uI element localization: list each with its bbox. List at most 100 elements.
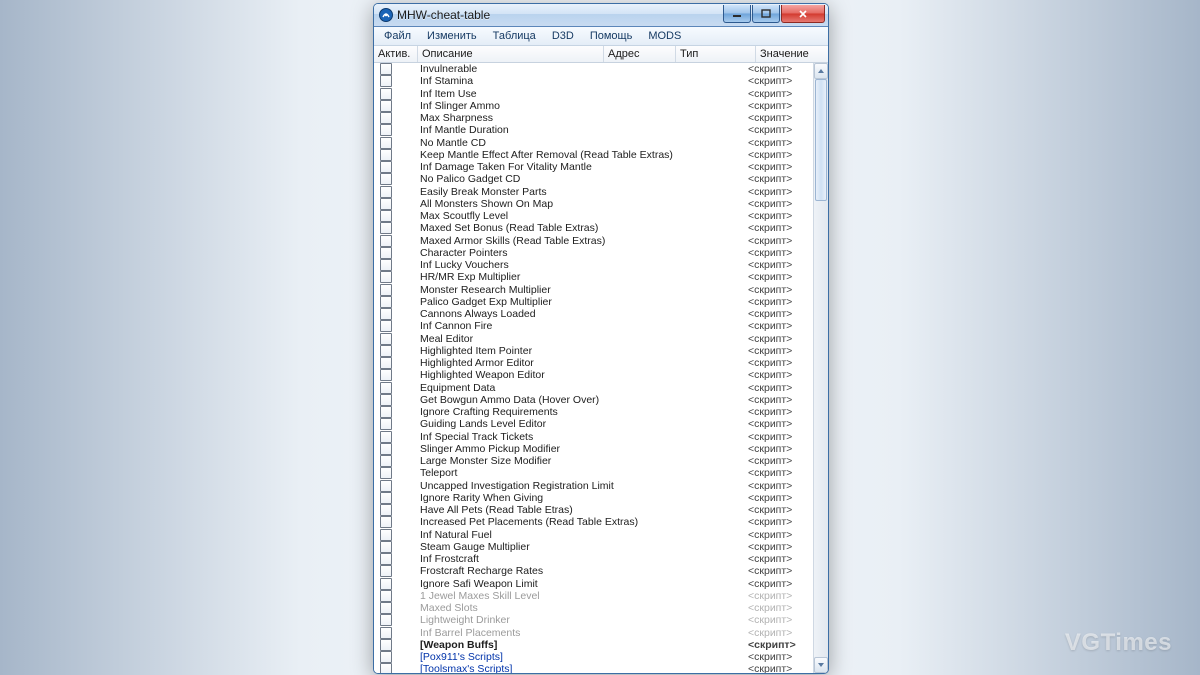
row-checkbox[interactable]	[380, 88, 392, 100]
scroll-thumb[interactable]	[815, 79, 827, 201]
row-checkbox[interactable]	[380, 382, 392, 394]
menu-help[interactable]: Помощь	[582, 29, 641, 43]
table-row[interactable]: Frostcraft Recharge Rates<скрипт>	[374, 565, 814, 577]
table-row[interactable]: No Mantle CD<скрипт>	[374, 137, 814, 149]
table-row[interactable]: Steam Gauge Multiplier<скрипт>	[374, 541, 814, 553]
table-row[interactable]: Inf Barrel Placements<скрипт>	[374, 627, 814, 639]
row-checkbox[interactable]	[380, 516, 392, 528]
table-row[interactable]: Inf Special Track Tickets<скрипт>	[374, 431, 814, 443]
table-row[interactable]: [Weapon Buffs]<скрипт>	[374, 639, 814, 651]
table-row[interactable]: Invulnerable<скрипт>	[374, 63, 814, 75]
table-row[interactable]: Maxed Armor Skills (Read Table Extras)<с…	[374, 235, 814, 247]
row-checkbox[interactable]	[380, 602, 392, 614]
row-checkbox[interactable]	[380, 308, 392, 320]
minimize-button[interactable]	[723, 5, 751, 23]
table-row[interactable]: Inf Stamina<скрипт>	[374, 75, 814, 87]
table-row[interactable]: Inf Natural Fuel<скрипт>	[374, 529, 814, 541]
table-row[interactable]: 1 Jewel Maxes Skill Level<скрипт>	[374, 590, 814, 602]
col-active[interactable]: Актив.	[374, 46, 418, 62]
table-row[interactable]: Inf Lucky Vouchers<скрипт>	[374, 259, 814, 271]
scroll-down-button[interactable]	[814, 657, 828, 673]
row-checkbox[interactable]	[380, 137, 392, 149]
table-row[interactable]: [Pox911's Scripts]<скрипт>	[374, 651, 814, 663]
table-row[interactable]: Easily Break Monster Parts<скрипт>	[374, 186, 814, 198]
row-checkbox[interactable]	[380, 198, 392, 210]
table-row[interactable]: Inf Mantle Duration<скрипт>	[374, 124, 814, 136]
row-checkbox[interactable]	[380, 663, 392, 673]
row-checkbox[interactable]	[380, 369, 392, 381]
row-checkbox[interactable]	[380, 590, 392, 602]
table-row[interactable]: HR/MR Exp Multiplier<скрипт>	[374, 271, 814, 283]
table-row[interactable]: Inf Frostcraft<скрипт>	[374, 553, 814, 565]
table-row[interactable]: Slinger Ammo Pickup Modifier<скрипт>	[374, 443, 814, 455]
table-row[interactable]: Inf Slinger Ammo<скрипт>	[374, 100, 814, 112]
row-checkbox[interactable]	[380, 210, 392, 222]
row-checkbox[interactable]	[380, 271, 392, 283]
row-checkbox[interactable]	[380, 504, 392, 516]
table-row[interactable]: Ignore Safi Weapon Limit<скрипт>	[374, 578, 814, 590]
row-checkbox[interactable]	[380, 406, 392, 418]
table-row[interactable]: Cannons Always Loaded<скрипт>	[374, 308, 814, 320]
row-checkbox[interactable]	[380, 320, 392, 332]
table-row[interactable]: All Monsters Shown On Map<скрипт>	[374, 198, 814, 210]
row-checkbox[interactable]	[380, 578, 392, 590]
menu-edit[interactable]: Изменить	[419, 29, 485, 43]
row-checkbox[interactable]	[380, 627, 392, 639]
row-checkbox[interactable]	[380, 553, 392, 565]
row-checkbox[interactable]	[380, 124, 392, 136]
row-checkbox[interactable]	[380, 480, 392, 492]
row-checkbox[interactable]	[380, 333, 392, 345]
table-row[interactable]: Equipment Data<скрипт>	[374, 382, 814, 394]
row-checkbox[interactable]	[380, 614, 392, 626]
col-type[interactable]: Тип	[676, 46, 756, 62]
table-row[interactable]: Lightweight Drinker<скрипт>	[374, 614, 814, 626]
row-checkbox[interactable]	[380, 394, 392, 406]
close-button[interactable]	[781, 5, 825, 23]
row-checkbox[interactable]	[380, 222, 392, 234]
row-checkbox[interactable]	[380, 345, 392, 357]
row-checkbox[interactable]	[380, 161, 392, 173]
menu-mods[interactable]: MODS	[640, 29, 689, 43]
table-row[interactable]: Ignore Rarity When Giving<скрипт>	[374, 492, 814, 504]
row-checkbox[interactable]	[380, 651, 392, 663]
table-row[interactable]: Highlighted Armor Editor<скрипт>	[374, 357, 814, 369]
title-bar[interactable]: MHW-cheat-table	[374, 4, 828, 27]
table-row[interactable]: Uncapped Investigation Registration Limi…	[374, 480, 814, 492]
table-row[interactable]: Character Pointers<скрипт>	[374, 247, 814, 259]
table-row[interactable]: [Toolsmax's Scripts]<скрипт>	[374, 663, 814, 673]
row-checkbox[interactable]	[380, 75, 392, 87]
row-checkbox[interactable]	[380, 112, 392, 124]
table-row[interactable]: Highlighted Item Pointer<скрипт>	[374, 345, 814, 357]
row-checkbox[interactable]	[380, 492, 392, 504]
row-checkbox[interactable]	[380, 247, 392, 259]
table-row[interactable]: Highlighted Weapon Editor<скрипт>	[374, 369, 814, 381]
menu-table[interactable]: Таблица	[485, 29, 544, 43]
row-checkbox[interactable]	[380, 455, 392, 467]
row-checkbox[interactable]	[380, 565, 392, 577]
row-checkbox[interactable]	[380, 541, 392, 553]
table-row[interactable]: Ignore Crafting Requirements<скрипт>	[374, 406, 814, 418]
col-desc[interactable]: Описание	[418, 46, 604, 62]
row-checkbox[interactable]	[380, 284, 392, 296]
table-row[interactable]: Get Bowgun Ammo Data (Hover Over)<скрипт…	[374, 394, 814, 406]
row-checkbox[interactable]	[380, 63, 392, 75]
table-row[interactable]: Max Scoutfly Level<скрипт>	[374, 210, 814, 222]
table-row[interactable]: Increased Pet Placements (Read Table Ext…	[374, 516, 814, 528]
menu-d3d[interactable]: D3D	[544, 29, 582, 43]
table-row[interactable]: No Palico Gadget CD<скрипт>	[374, 173, 814, 185]
table-row[interactable]: Keep Mantle Effect After Removal (Read T…	[374, 149, 814, 161]
row-checkbox[interactable]	[380, 186, 392, 198]
table-row[interactable]: Maxed Slots<скрипт>	[374, 602, 814, 614]
table-row[interactable]: Inf Item Use<скрипт>	[374, 88, 814, 100]
row-checkbox[interactable]	[380, 431, 392, 443]
table-row[interactable]: Max Sharpness<скрипт>	[374, 112, 814, 124]
row-checkbox[interactable]	[380, 529, 392, 541]
row-checkbox[interactable]	[380, 296, 392, 308]
table-row[interactable]: Palico Gadget Exp Multiplier<скрипт>	[374, 296, 814, 308]
table-row[interactable]: Monster Research Multiplier<скрипт>	[374, 284, 814, 296]
table-row[interactable]: Maxed Set Bonus (Read Table Extras)<скри…	[374, 222, 814, 234]
maximize-button[interactable]	[752, 5, 780, 23]
scroll-up-button[interactable]	[814, 63, 828, 79]
row-checkbox[interactable]	[380, 467, 392, 479]
row-checkbox[interactable]	[380, 100, 392, 112]
